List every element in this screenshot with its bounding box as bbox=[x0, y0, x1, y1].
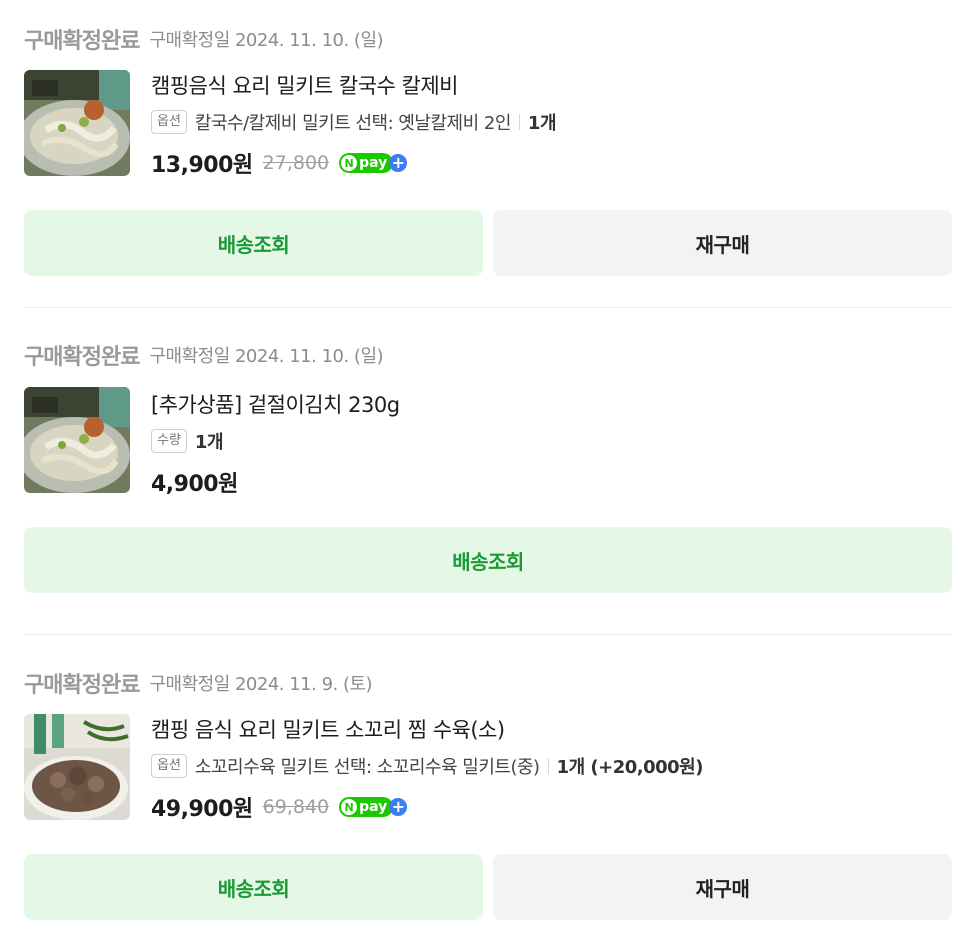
track-delivery-button[interactable]: 배송조회 bbox=[24, 854, 483, 920]
confirm-date: 구매확정일 2024. 11. 10. (일) bbox=[149, 30, 384, 51]
order-status: 구매확정완료 bbox=[24, 29, 140, 54]
product-name[interactable]: 캠핑 음식 요리 밀키트 소꼬리 찜 수육(소) bbox=[151, 713, 703, 747]
confirm-date: 구매확정일 2024. 11. 9. (토) bbox=[149, 674, 373, 695]
product-name[interactable]: 캠핑음식 요리 밀키트 칼국수 칼제비 bbox=[151, 69, 556, 103]
order-header: 구매확정완료 구매확정일 2024. 11. 10. (일) bbox=[24, 340, 384, 370]
track-delivery-button[interactable]: 배송조회 bbox=[24, 210, 483, 276]
plus-icon: + bbox=[389, 798, 408, 816]
npay-n-icon: N bbox=[341, 799, 358, 815]
option-text: 칼국수/칼제비 밀키트 선택: 옛날칼제비 2인 bbox=[194, 113, 512, 134]
divider bbox=[518, 114, 520, 130]
npay-plus-icon: N pay + bbox=[339, 797, 408, 817]
npay-badge: N pay bbox=[339, 153, 394, 173]
order-status: 구매확정완료 bbox=[24, 673, 140, 698]
sale-price: 49,900원 bbox=[151, 797, 253, 822]
order-card: 구매확정완료 구매확정일 2024. 11. 10. (일) 캠핑음식 요리 밀… bbox=[0, 0, 966, 300]
product-thumbnail[interactable] bbox=[24, 70, 130, 176]
npay-plus-icon: N pay + bbox=[339, 153, 408, 173]
option-tag: 옵션 bbox=[151, 754, 187, 778]
option-tag: 수량 bbox=[151, 429, 187, 453]
sale-price: 4,900원 bbox=[151, 472, 238, 497]
rebuy-button[interactable]: 재구매 bbox=[493, 210, 952, 276]
quantity: 1개 (+20,000원) bbox=[556, 757, 704, 778]
product-info: [추가상품] 겉절이김치 230g 수량 1개 4,900원 bbox=[151, 388, 400, 502]
original-price: 27,800 bbox=[262, 152, 330, 174]
order-header: 구매확정완료 구매확정일 2024. 11. 10. (일) bbox=[24, 24, 384, 54]
confirm-date: 구매확정일 2024. 11. 10. (일) bbox=[149, 346, 384, 367]
price-row: 4,900원 bbox=[151, 462, 400, 502]
order-divider bbox=[24, 307, 952, 308]
price-row: 13,900원 27,800 N pay + bbox=[151, 143, 556, 183]
rebuy-button[interactable]: 재구매 bbox=[493, 854, 952, 920]
npay-label: pay bbox=[359, 799, 388, 815]
product-thumbnail[interactable] bbox=[24, 714, 130, 820]
product-name[interactable]: [추가상품] 겉절이김치 230g bbox=[151, 388, 400, 422]
order-card: 구매확정완료 구매확정일 2024. 11. 9. (토) 캠핑 음식 요리 밀… bbox=[0, 0, 966, 920]
npay-label: pay bbox=[359, 155, 388, 171]
track-delivery-button[interactable]: 배송조회 bbox=[24, 527, 952, 593]
order-divider bbox=[24, 634, 952, 635]
npay-badge: N pay bbox=[339, 797, 394, 817]
product-info: 캠핑음식 요리 밀키트 칼국수 칼제비 옵션 칼국수/칼제비 밀키트 선택: 옛… bbox=[151, 69, 557, 183]
original-price: 69,840 bbox=[262, 796, 330, 818]
order-status: 구매확정완료 bbox=[24, 345, 140, 370]
quantity: 1개 bbox=[527, 113, 557, 134]
divider bbox=[547, 758, 549, 774]
price-row: 49,900원 69,840 N pay + bbox=[151, 787, 703, 827]
option-row: 옵션 소꼬리수육 밀키트 선택: 소꼬리수육 밀키트(중) 1개 (+20,00… bbox=[151, 749, 703, 783]
plus-icon: + bbox=[389, 154, 408, 172]
option-text: 소꼬리수육 밀키트 선택: 소꼬리수육 밀키트(중) bbox=[194, 757, 540, 778]
sale-price: 13,900원 bbox=[151, 153, 253, 178]
option-row: 수량 1개 bbox=[151, 424, 400, 458]
product-thumbnail[interactable] bbox=[24, 387, 130, 493]
option-tag: 옵션 bbox=[151, 110, 187, 134]
product-info: 캠핑 음식 요리 밀키트 소꼬리 찜 수육(소) 옵션 소꼬리수육 밀키트 선택… bbox=[151, 713, 703, 827]
option-row: 옵션 칼국수/칼제비 밀키트 선택: 옛날칼제비 2인 1개 bbox=[151, 105, 557, 139]
order-header: 구매확정완료 구매확정일 2024. 11. 9. (토) bbox=[24, 668, 373, 698]
npay-n-icon: N bbox=[341, 155, 358, 171]
quantity: 1개 bbox=[194, 432, 224, 453]
